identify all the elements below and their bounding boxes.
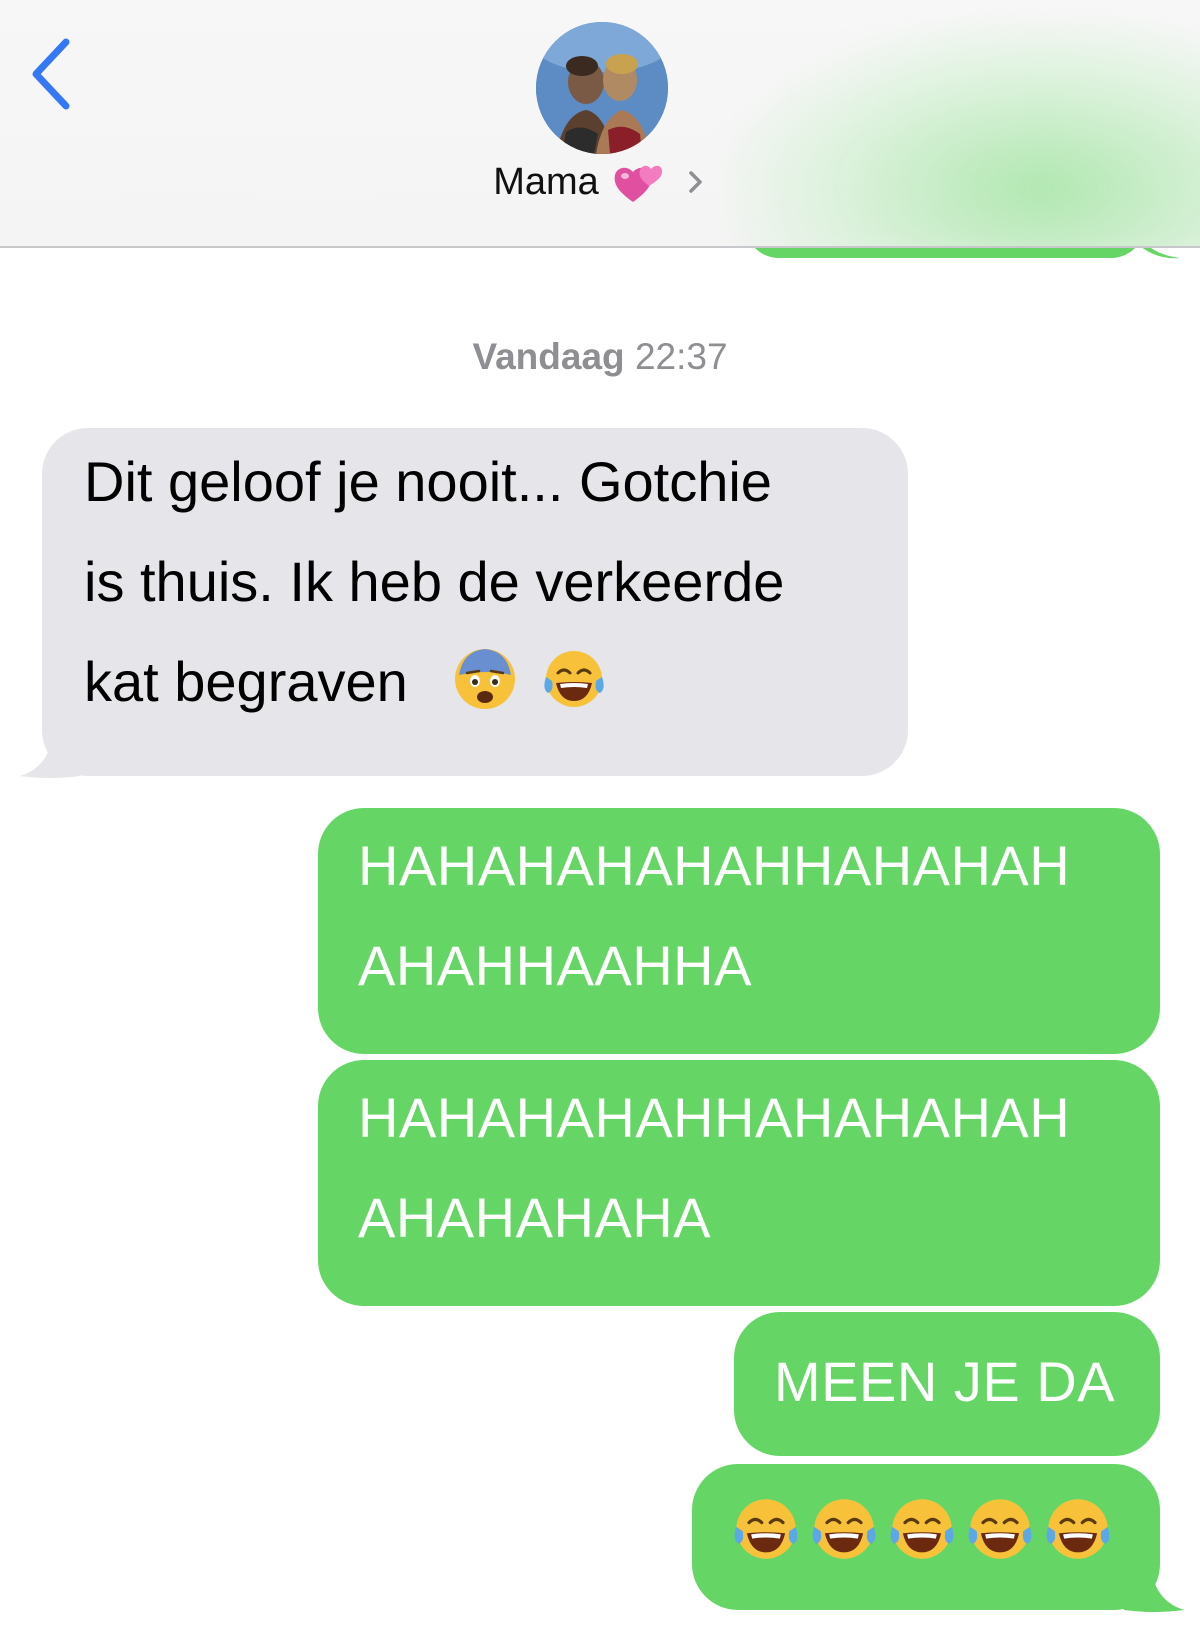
outgoing-message-bubble[interactable] <box>692 1464 1160 1610</box>
message-text-line: is thuis. Ik heb de verkeerde <box>84 550 785 613</box>
outgoing-message-bubble[interactable]: HAHAHAHAHAHHAHAHAH AHAHHAAHHA <box>318 808 1160 1054</box>
contact-name: Mama <box>493 160 599 203</box>
message-text-line: kat begraven <box>84 632 868 732</box>
contact-photo <box>536 22 668 154</box>
tears-of-joy-emoji <box>734 1499 798 1559</box>
two-hearts-icon <box>614 165 662 202</box>
message-text: kat begraven <box>84 650 408 713</box>
message-text: MEEN JE DA <box>774 1350 1116 1413</box>
back-button[interactable] <box>26 36 86 116</box>
outgoing-message-bubble[interactable]: MEEN JE DA <box>734 1312 1160 1456</box>
chevron-left-icon <box>32 38 70 110</box>
emoji-row <box>732 1484 1130 1584</box>
message-text-line: AHAHHAAHHA <box>358 934 752 997</box>
outgoing-message-bubble[interactable]: HAHAHAHAHHAHAHAHAH AHAHAHAHA <box>318 1060 1160 1306</box>
tears-of-joy-emoji <box>812 1499 876 1559</box>
contact-title-row: Mama <box>0 160 1200 220</box>
avatar[interactable] <box>536 22 668 154</box>
fearful-face-emoji <box>454 649 515 709</box>
outgoing-bubble-tail <box>1124 1574 1184 1612</box>
conversation-header: Mama <box>0 0 1200 248</box>
message-timestamp: Vandaag 22:37 <box>0 336 1200 378</box>
tears-of-joy-emoji <box>968 1499 1032 1559</box>
messages-screen: Mama Vandaag 22:37 Dit geloof je nooit..… <box>0 0 1200 1641</box>
message-text-line: HAHAHAHAHHAHAHAHAH <box>358 1086 1071 1149</box>
contact-details-button[interactable]: Mama <box>493 160 707 204</box>
tears-of-joy-emoji <box>544 651 605 707</box>
message-text-line: Dit geloof je nooit... Gotchie <box>84 450 772 513</box>
message-text-line: AHAHAHAHA <box>358 1186 712 1249</box>
tears-of-joy-emoji <box>1046 1499 1110 1559</box>
timestamp-time: 22:37 <box>634 336 728 377</box>
tears-of-joy-emoji <box>890 1499 954 1559</box>
incoming-message-bubble[interactable]: Dit geloof je nooit... Gotchie is thuis.… <box>42 428 908 776</box>
chevron-right-icon <box>689 171 702 193</box>
message-text-line: HAHAHAHAHAHHAHAHAH <box>358 834 1071 897</box>
timestamp-day: Vandaag <box>472 336 625 377</box>
